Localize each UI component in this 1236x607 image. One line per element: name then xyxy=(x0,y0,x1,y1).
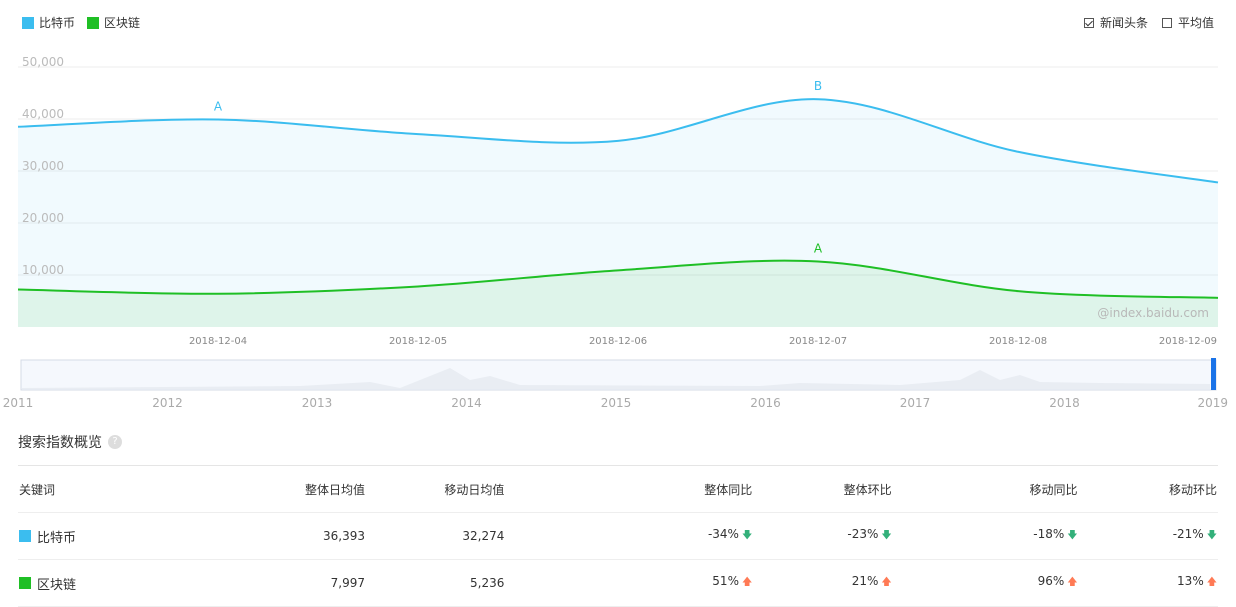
y-tick-label: 30,000 xyxy=(22,159,64,173)
header-overall-avg: 整体日均值 xyxy=(183,465,366,513)
keyword-label: 区块链 xyxy=(37,577,77,593)
y-tick-label: 40,000 xyxy=(22,107,64,121)
x-tick-label: 2018-12-06 xyxy=(589,336,647,347)
mobile-mom-value: 13% xyxy=(1177,574,1204,588)
annotation-label: B xyxy=(814,79,822,93)
trend-chart: A B A 50,000 40,000 30,000 20,000 10,000 2018-… xyxy=(3,55,1228,410)
navigator-year-label: 2019 xyxy=(1197,396,1228,410)
chart-watermark: @index.baidu.com xyxy=(1097,306,1209,320)
keyword-cell[interactable]: 比特币 xyxy=(19,527,182,546)
navigator-year-label: 2011 xyxy=(3,396,34,410)
mom-value: 21% xyxy=(851,574,879,588)
mobile-yoy-cell: -18% 🡇 xyxy=(892,512,1079,560)
summary-table: 关键词 整体日均值 移动日均值 整体同比 整体环比 移动同比 移动环比 比特币 … xyxy=(18,465,1218,607)
summary-header-row: 关键词 整体日均值 移动日均值 整体同比 整体环比 移动同比 移动环比 xyxy=(18,465,1218,513)
summary-title: 搜索指数概览 xyxy=(18,435,102,451)
mobile-avg-cell: 5,236 xyxy=(366,559,506,607)
keyword-cell[interactable]: 区块链 xyxy=(19,574,182,593)
mobile-mom-cell: -21% 🡇 xyxy=(1078,512,1218,560)
summary-section-title: 搜索指数概览 ? xyxy=(18,432,122,452)
keyword-swatch xyxy=(19,577,31,589)
header-mobile-yoy: 移动同比 xyxy=(892,465,1079,513)
header-mom: 整体环比 xyxy=(753,465,893,513)
help-icon[interactable]: ? xyxy=(108,435,122,449)
mobile-yoy-value: 96% xyxy=(1037,574,1065,588)
arrow-up-icon: 🡅 xyxy=(881,577,892,588)
mobile-avg-cell: 32,274 xyxy=(366,512,506,560)
keyword-swatch xyxy=(19,530,31,542)
keyword-label: 比特币 xyxy=(37,530,77,546)
x-tick-label: 2018-12-09 xyxy=(1159,336,1217,347)
arrow-up-icon: 🡅 xyxy=(741,577,753,588)
header-keyword: 关键词 xyxy=(18,465,184,513)
navigator-year-label: 2014 xyxy=(451,396,482,410)
arrow-down-icon: 🡇 xyxy=(881,530,892,541)
mobile-yoy-value: -18% xyxy=(1033,527,1065,541)
overall-avg-cell: 36,393 xyxy=(183,512,366,560)
mom-value: -23% xyxy=(847,527,879,541)
time-range-navigator[interactable]: 2011 2012 2013 2014 2015 2016 2017 2018 2019 xyxy=(3,358,1228,410)
yoy-cell: -34% 🡇 xyxy=(505,512,754,560)
mobile-mom-cell: 13% 🡅 xyxy=(1078,559,1218,607)
x-tick-label: 2018-12-05 xyxy=(389,336,447,347)
header-yoy: 整体同比 xyxy=(505,465,754,513)
mobile-mom-value: -21% xyxy=(1172,527,1204,541)
navigator-year-label: 2016 xyxy=(750,396,781,410)
yoy-cell: 51% 🡅 xyxy=(505,559,754,607)
arrow-down-icon: 🡇 xyxy=(1206,530,1217,541)
y-tick-label: 20,000 xyxy=(22,211,64,225)
navigator-year-label: 2012 xyxy=(152,396,183,410)
x-tick-label: 2018-12-08 xyxy=(989,336,1047,347)
x-axis-ticks: 2018-12-04 2018-12-05 2018-12-06 2018-12-07… xyxy=(189,336,1217,347)
navigator-year-label: 2015 xyxy=(601,396,632,410)
yoy-value: -34% xyxy=(707,527,739,541)
annotation-label: A xyxy=(214,100,223,114)
table-row: 区块链 7,997 5,236 51% 🡅 21% 🡅 96% 🡅 13% 🡅 xyxy=(18,559,1218,607)
mom-cell: 21% 🡅 xyxy=(753,559,893,607)
navigator-year-label: 2017 xyxy=(900,396,931,410)
arrow-down-icon: 🡇 xyxy=(1067,530,1078,541)
mom-cell: -23% 🡇 xyxy=(753,512,893,560)
y-tick-label: 10,000 xyxy=(22,263,64,277)
table-row: 比特币 36,393 32,274 -34% 🡇 -23% 🡇 -18% 🡇 -21%… xyxy=(18,512,1218,560)
x-tick-label: 2018-12-07 xyxy=(789,336,847,347)
overall-avg-cell: 7,997 xyxy=(183,559,366,607)
navigator-year-label: 2018 xyxy=(1049,396,1080,410)
arrow-down-icon: 🡇 xyxy=(741,530,753,541)
arrow-up-icon: 🡅 xyxy=(1206,577,1217,588)
navigator-year-labels: 2011 2012 2013 2014 2015 2016 2017 2018 2019 xyxy=(3,396,1228,410)
x-tick-label: 2018-12-04 xyxy=(189,336,247,347)
header-mobile-mom: 移动环比 xyxy=(1078,465,1218,513)
navigator-handle[interactable] xyxy=(1211,358,1216,390)
header-mobile-avg: 移动日均值 xyxy=(366,465,506,513)
mobile-yoy-cell: 96% 🡅 xyxy=(892,559,1079,607)
y-tick-label: 50,000 xyxy=(22,55,64,69)
arrow-up-icon: 🡅 xyxy=(1067,577,1078,588)
annotation-label: A xyxy=(814,241,823,255)
navigator-year-label: 2013 xyxy=(302,396,333,410)
yoy-value: 51% xyxy=(712,574,739,588)
